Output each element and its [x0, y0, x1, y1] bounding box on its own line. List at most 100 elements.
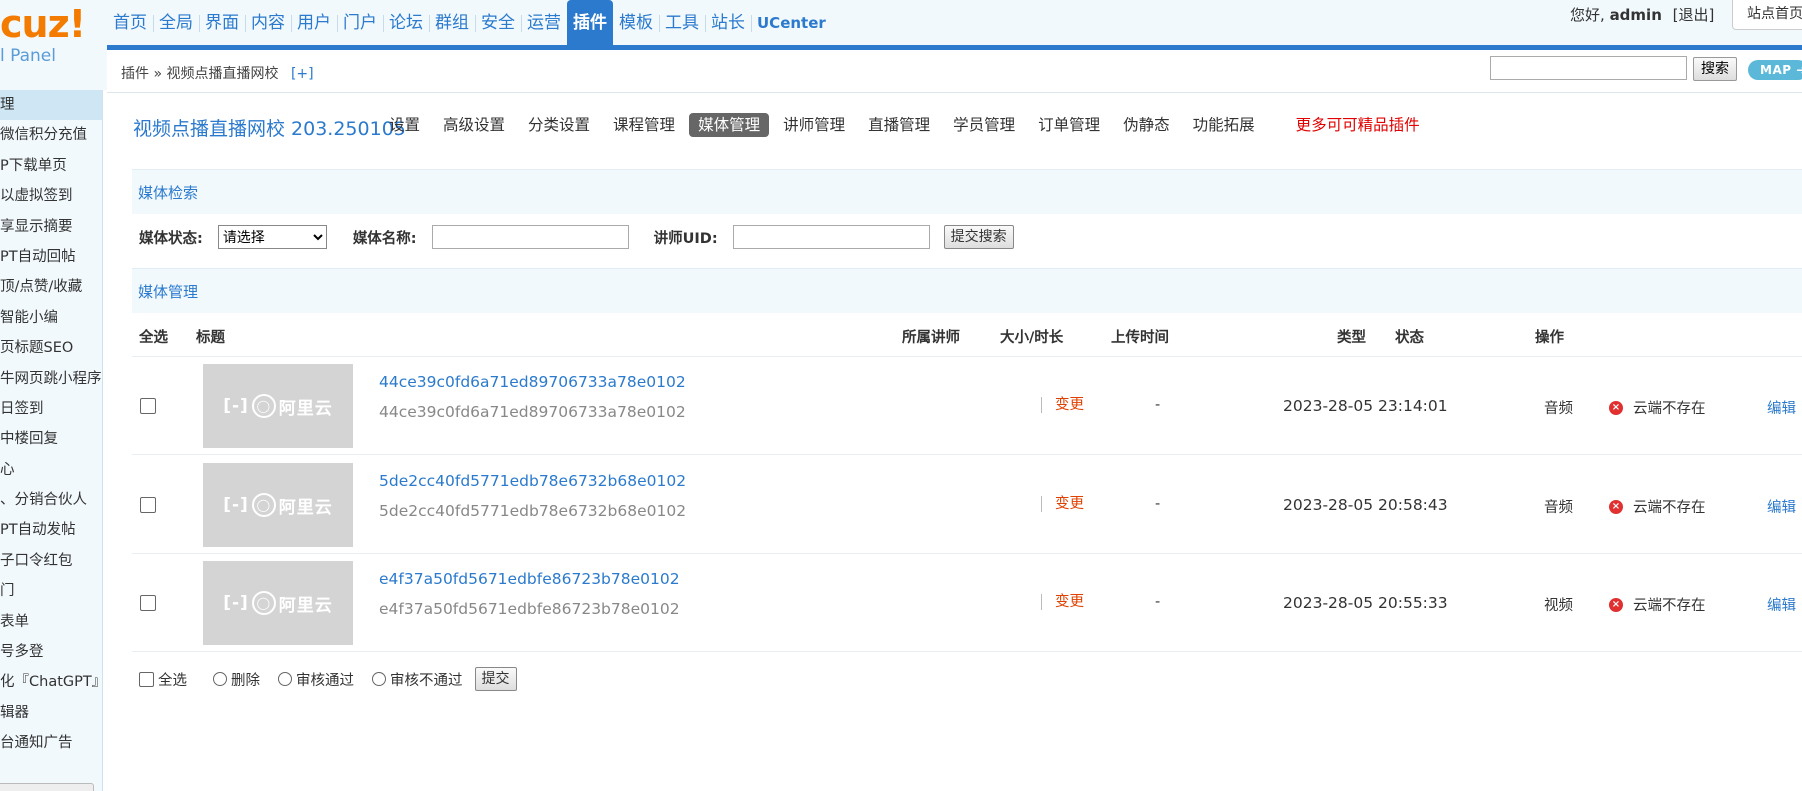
edit-link[interactable]: 编辑 — [1767, 397, 1796, 418]
row-checkbox[interactable] — [140, 497, 156, 513]
sidebar-item-label: 微信积分充值 — [0, 127, 87, 144]
tab-category-settings[interactable]: 分类设置 — [519, 113, 599, 137]
tab-settings[interactable]: 设置 — [380, 113, 429, 137]
media-title-link[interactable]: e4f37a50fd5671edbfe86723b78e0102 — [379, 570, 680, 588]
change-teacher-link[interactable]: 变更 — [1041, 594, 1084, 610]
sidebar-item[interactable]: P下载单页 — [0, 151, 102, 181]
media-thumbnail[interactable]: [-] ◯ 阿里云 — [203, 364, 353, 448]
sidebar-item[interactable]: 牛网页跳小程序 — [0, 364, 102, 394]
sidebar-item[interactable]: 心 — [0, 455, 102, 485]
sidebar-item[interactable]: 辑器 — [0, 698, 102, 728]
edit-link[interactable]: 编辑 — [1767, 594, 1796, 615]
sidebar-item[interactable]: 台通知广告 — [0, 728, 102, 758]
sidebar-item[interactable]: 日签到 — [0, 394, 102, 424]
sidebar-item-label: 牛网页跳小程序 — [0, 370, 102, 387]
tab-course-management[interactable]: 课程管理 — [604, 113, 684, 137]
media-name-input[interactable] — [431, 225, 629, 249]
media-size: - — [1155, 496, 1161, 512]
map-button[interactable]: MAP ➜ — [1748, 60, 1802, 80]
tab-student-management[interactable]: 学员管理 — [944, 113, 1024, 137]
row-checkbox[interactable] — [140, 398, 156, 414]
top-search-input[interactable] — [1490, 56, 1687, 80]
table-row: [-] ◯ 阿里云 5de2cc40fd5771edb78e6732b68e0102… — [132, 456, 1802, 554]
sidebar-item-label: 辑器 — [0, 704, 29, 721]
sidebar-scroll-button[interactable] — [0, 783, 94, 791]
sidebar-item[interactable]: 以虚拟签到 — [0, 181, 102, 211]
upload-time: 2023-28-05 20:58:43 — [1283, 496, 1448, 514]
sidebar-item[interactable]: 微信积分充值 — [0, 120, 102, 150]
tab-pseudo-static[interactable]: 伪静态 — [1114, 113, 1179, 137]
thumbnail-text: 阿里云 — [278, 497, 333, 518]
sidebar-item[interactable]: 、分销合伙人 — [0, 485, 102, 515]
status-select[interactable]: 请选择 — [217, 225, 327, 249]
breadcrumb-current: 视频点播直播网校 — [166, 66, 279, 82]
more-plugins-link[interactable]: 更多可可精品插件 — [1287, 113, 1429, 137]
nav-item-template[interactable]: 模板 — [613, 0, 659, 45]
sidebar-item[interactable]: PT自动发帖 — [0, 515, 102, 545]
main-content: 视频点播直播网校 203.250105 设置 高级设置 分类设置 课程管理 媒体… — [107, 93, 1802, 791]
tab-teacher-management[interactable]: 讲师管理 — [774, 113, 854, 137]
teacher-uid-input[interactable] — [732, 225, 930, 249]
aliyun-logo-icon: [-] ◯ 阿里云 — [223, 394, 333, 419]
tab-live-management[interactable]: 直播管理 — [859, 113, 939, 137]
delete-radio[interactable] — [213, 672, 227, 686]
tab-advanced-settings[interactable]: 高级设置 — [434, 113, 514, 137]
row-checkbox[interactable] — [140, 595, 156, 611]
nav-item-security[interactable]: 安全 — [475, 0, 521, 45]
submit-button[interactable]: 提交 — [474, 667, 517, 691]
sidebar-item[interactable]: 顶/点赞/收藏 — [0, 272, 102, 302]
tab-extensions[interactable]: 功能拓展 — [1184, 113, 1264, 137]
nav-item-group[interactable]: 群组 — [429, 0, 475, 45]
breadcrumb-bar: 插件 » 视频点播直播网校 [+] 搜索 MAP ➜ — [107, 50, 1802, 93]
add-shortcut-link[interactable]: [+] — [291, 66, 314, 82]
change-teacher-link[interactable]: 变更 — [1041, 397, 1084, 413]
site-home-link[interactable]: 站点首页 — [1732, 0, 1802, 30]
submit-search-button[interactable]: 提交搜索 — [943, 225, 1014, 249]
sidebar-item[interactable]: 子口令红包 — [0, 546, 102, 576]
nav-item-content[interactable]: 内容 — [245, 0, 291, 45]
nav-item-operation[interactable]: 运营 — [521, 0, 567, 45]
nav-item-user[interactable]: 用户 — [291, 0, 337, 45]
sidebar-item[interactable]: 门 — [0, 576, 102, 606]
sidebar-item[interactable]: 号多登 — [0, 637, 102, 667]
reject-label: 审核不通过 — [390, 672, 463, 689]
nav-item-admin[interactable]: 站长 — [705, 0, 751, 45]
media-title-link[interactable]: 5de2cc40fd5771edb78e6732b68e0102 — [379, 472, 686, 490]
nav-item-ucenter[interactable]: UCenter — [751, 0, 832, 45]
top-search-button[interactable]: 搜索 — [1693, 57, 1737, 81]
select-all-checkbox[interactable] — [139, 671, 154, 687]
sidebar-item[interactable]: 化『ChatGPT』 — [0, 667, 102, 697]
tab-media-management[interactable]: 媒体管理 — [689, 113, 770, 137]
change-teacher-link[interactable]: 变更 — [1041, 496, 1084, 512]
reject-radio[interactable] — [372, 672, 386, 686]
edit-link[interactable]: 编辑 — [1767, 496, 1796, 517]
nav-item-forum[interactable]: 论坛 — [383, 0, 429, 45]
sidebar-item[interactable]: 享显示摘要 — [0, 212, 102, 242]
table-row: [-] ◯ 阿里云 44ce39c0fd6a71ed89706733a78e0102… — [132, 357, 1802, 455]
nav-item-plugin[interactable]: 插件 — [567, 0, 613, 45]
tab-order-management[interactable]: 订单管理 — [1029, 113, 1109, 137]
nav-item-tools[interactable]: 工具 — [659, 0, 705, 45]
nav-item-home[interactable]: 首页 — [107, 0, 153, 45]
status-text: 云端不存在 — [1633, 598, 1706, 614]
media-thumbnail[interactable]: [-] ◯ 阿里云 — [203, 561, 353, 645]
nav-item-portal[interactable]: 门户 — [337, 0, 383, 45]
approve-radio[interactable] — [278, 672, 292, 686]
sidebar-item-label: 号多登 — [0, 644, 44, 661]
media-size: - — [1155, 397, 1161, 413]
sidebar-item[interactable]: 页标题SEO — [0, 333, 102, 363]
nav-item-global[interactable]: 全局 — [153, 0, 199, 45]
nav-item-ui[interactable]: 界面 — [199, 0, 245, 45]
logo: cuz! — [0, 2, 86, 46]
sidebar-item[interactable]: 表单 — [0, 607, 102, 637]
sidebar-item[interactable]: 中楼回复 — [0, 424, 102, 454]
media-thumbnail[interactable]: [-] ◯ 阿里云 — [203, 463, 353, 547]
name-label: 媒体名称: — [352, 230, 417, 247]
sidebar-item[interactable]: 理 — [0, 90, 102, 121]
logout-link[interactable]: [退出] — [1673, 6, 1715, 24]
media-type: 音频 — [1544, 500, 1573, 516]
sidebar-item[interactable]: 智能小编 — [0, 303, 102, 333]
sidebar-item[interactable]: PT自动回帖 — [0, 242, 102, 272]
media-title-link[interactable]: 44ce39c0fd6a71ed89706733a78e0102 — [379, 373, 686, 391]
breadcrumb-root[interactable]: 插件 — [121, 66, 149, 82]
